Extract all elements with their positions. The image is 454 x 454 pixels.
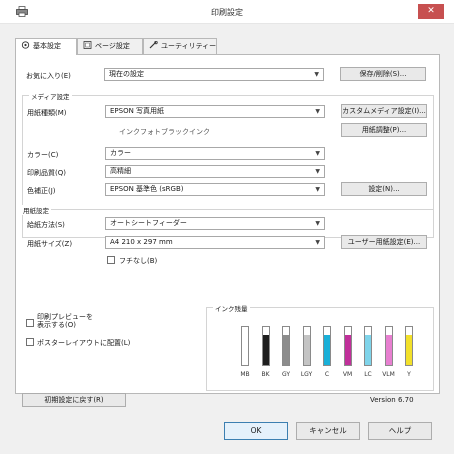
tab-page-settings[interactable]: ページ設定 <box>77 38 143 54</box>
poster-layout-checkbox[interactable] <box>26 338 34 346</box>
ink-label-y: Y <box>407 371 411 378</box>
chevron-down-icon: ▼ <box>315 186 320 193</box>
print-quality-label: 印刷品質(Q) <box>27 169 66 177</box>
print-preview-label: 印刷プレビューを 表示する(O) <box>37 313 93 329</box>
ink-label-bk: BK <box>261 371 270 378</box>
paper-size-select[interactable]: A4 210 x 297 mm ▼ <box>105 236 325 249</box>
ink-fill-gy <box>283 335 289 365</box>
tab-utility-label: ユーティリティー <box>161 42 217 50</box>
ink-label-lc: LC <box>364 371 372 378</box>
version-text: Version 6.70 <box>370 396 414 404</box>
ink-label-gy: GY <box>281 371 290 378</box>
tab-basic-settings[interactable]: 基本設定 <box>15 38 77 55</box>
ink-levels-group: インク残量 MB BK GY LGY C VM LC VLM Y <box>206 303 435 392</box>
print-preview-label-line1: 印刷プレビューを <box>37 313 93 321</box>
ink-bar-mb <box>241 326 249 366</box>
ink-fill-lgy <box>303 335 310 365</box>
chevron-down-icon: ▼ <box>315 168 320 175</box>
ink-fill-vm <box>344 335 351 365</box>
ink-fill-bk <box>262 335 269 365</box>
paper-size-label: 用紙サイズ(Z) <box>27 240 73 248</box>
ink-fill-vlm <box>385 335 392 365</box>
paper-feed-value: オートシートフィーダー <box>110 219 187 227</box>
ink-mode-text: インクフォトブラックインク <box>119 128 210 136</box>
print-settings-dialog: 基本設定 ページ設定 ユーティリティー お気に入り(E) 現在の設定 ▼ 保存/… <box>0 24 454 454</box>
ink-bar-y <box>405 326 413 366</box>
media-settings-title: メディア設定 <box>29 91 72 101</box>
ok-button[interactable]: OK <box>224 422 288 440</box>
ink-bar-bk <box>261 326 270 366</box>
borderless-checkbox[interactable] <box>107 256 115 264</box>
ink-label-c: C <box>324 371 330 378</box>
paper-feed-label: 給紙方法(S) <box>27 221 65 229</box>
chevron-down-icon: ▼ <box>315 150 320 157</box>
paper-settings-title: 用紙設定 <box>21 205 51 215</box>
restore-defaults-button[interactable]: 初期設定に戻す(R) <box>22 393 126 407</box>
ink-bar-c <box>323 326 331 366</box>
chevron-down-icon: ▼ <box>315 220 320 227</box>
ink-levels-area: MB BK GY LGY C VM LC VLM Y <box>207 308 435 392</box>
color-correction-label: 色補正(J) <box>27 187 56 195</box>
ink-label-mb: MB <box>240 371 250 378</box>
favorites-label: お気に入り(E) <box>26 72 71 80</box>
save-delete-button[interactable]: 保存/削除(S)... <box>340 67 426 81</box>
basic-settings-panel: お気に入り(E) 現在の設定 ▼ 保存/削除(S)... メディア設定 用紙種類… <box>15 54 440 394</box>
chevron-down-icon: ▼ <box>315 108 320 115</box>
borderless-label: フチなし(B) <box>119 257 158 265</box>
paper-size-value: A4 210 x 297 mm <box>110 238 173 246</box>
color-correction-value: EPSON 基準色 (sRGB) <box>110 185 184 193</box>
ink-bar-gy <box>282 326 290 366</box>
tab-basic-settings-label: 基本設定 <box>33 42 61 50</box>
chevron-down-icon: ▼ <box>315 239 320 246</box>
favorites-select[interactable]: 現在の設定 ▼ <box>104 68 324 81</box>
print-quality-select[interactable]: 高精細 ▼ <box>105 165 325 178</box>
color-select[interactable]: カラー ▼ <box>105 147 325 160</box>
paper-type-label: 用紙種類(M) <box>27 109 67 117</box>
color-label: カラー(C) <box>27 151 59 159</box>
print-quality-value: 高精細 <box>110 167 131 175</box>
print-preview-checkbox[interactable] <box>26 319 34 327</box>
ink-bar-vm <box>343 326 352 366</box>
close-icon: ✕ <box>427 6 435 16</box>
ink-label-vlm: VLM <box>382 371 395 378</box>
paper-type-select[interactable]: EPSON 写真用紙 ▼ <box>105 105 325 118</box>
basic-settings-icon <box>21 41 30 49</box>
media-settings-group: メディア設定 用紙種類(M) EPSON 写真用紙 ▼ カスタムメディア設定(I… <box>21 91 434 265</box>
ink-bar-lc <box>364 326 372 366</box>
poster-layout-label: ポスターレイアウトに配置(L) <box>37 339 131 347</box>
color-settings-button[interactable]: 設定(N)... <box>341 182 427 196</box>
tab-page-settings-label: ページ設定 <box>95 42 130 50</box>
help-button[interactable]: ヘルプ <box>368 422 432 440</box>
ink-bar-lgy <box>302 326 311 366</box>
chevron-down-icon: ▼ <box>314 71 319 78</box>
ink-label-lgy: LGY <box>300 371 313 378</box>
ink-fill-lc <box>365 335 371 365</box>
favorites-value: 現在の設定 <box>109 70 144 78</box>
paper-type-value: EPSON 写真用紙 <box>110 107 165 115</box>
ink-bar-vlm <box>384 326 393 366</box>
cancel-button[interactable]: キャンセル <box>296 422 360 440</box>
print-preview-label-line2: 表示する(O) <box>37 321 76 329</box>
paper-settings-group: 用紙設定 給紙方法(S) オートシートフィーダー ▼ 用紙サイズ(Z) A4 2… <box>21 205 433 289</box>
color-value: カラー <box>110 149 131 157</box>
color-correction-select[interactable]: EPSON 基準色 (sRGB) ▼ <box>105 183 325 196</box>
ink-fill-c <box>324 335 330 365</box>
page-settings-icon <box>83 41 92 49</box>
custom-media-button[interactable]: カスタムメディア設定(I)... <box>341 104 427 118</box>
tab-utility[interactable]: ユーティリティー <box>143 38 217 54</box>
ink-fill-y <box>406 335 412 365</box>
user-paper-settings-button[interactable]: ユーザー用紙設定(E)... <box>341 235 427 249</box>
close-button[interactable]: ✕ <box>418 4 444 19</box>
ink-label-vm: VM <box>342 371 353 378</box>
utility-icon <box>149 41 158 49</box>
title-bar: 印刷設定 ✕ <box>0 0 454 24</box>
paper-feed-select[interactable]: オートシートフィーダー ▼ <box>105 217 325 230</box>
window-title: 印刷設定 <box>211 8 243 17</box>
paper-adjust-button[interactable]: 用紙調整(P)... <box>341 123 427 137</box>
